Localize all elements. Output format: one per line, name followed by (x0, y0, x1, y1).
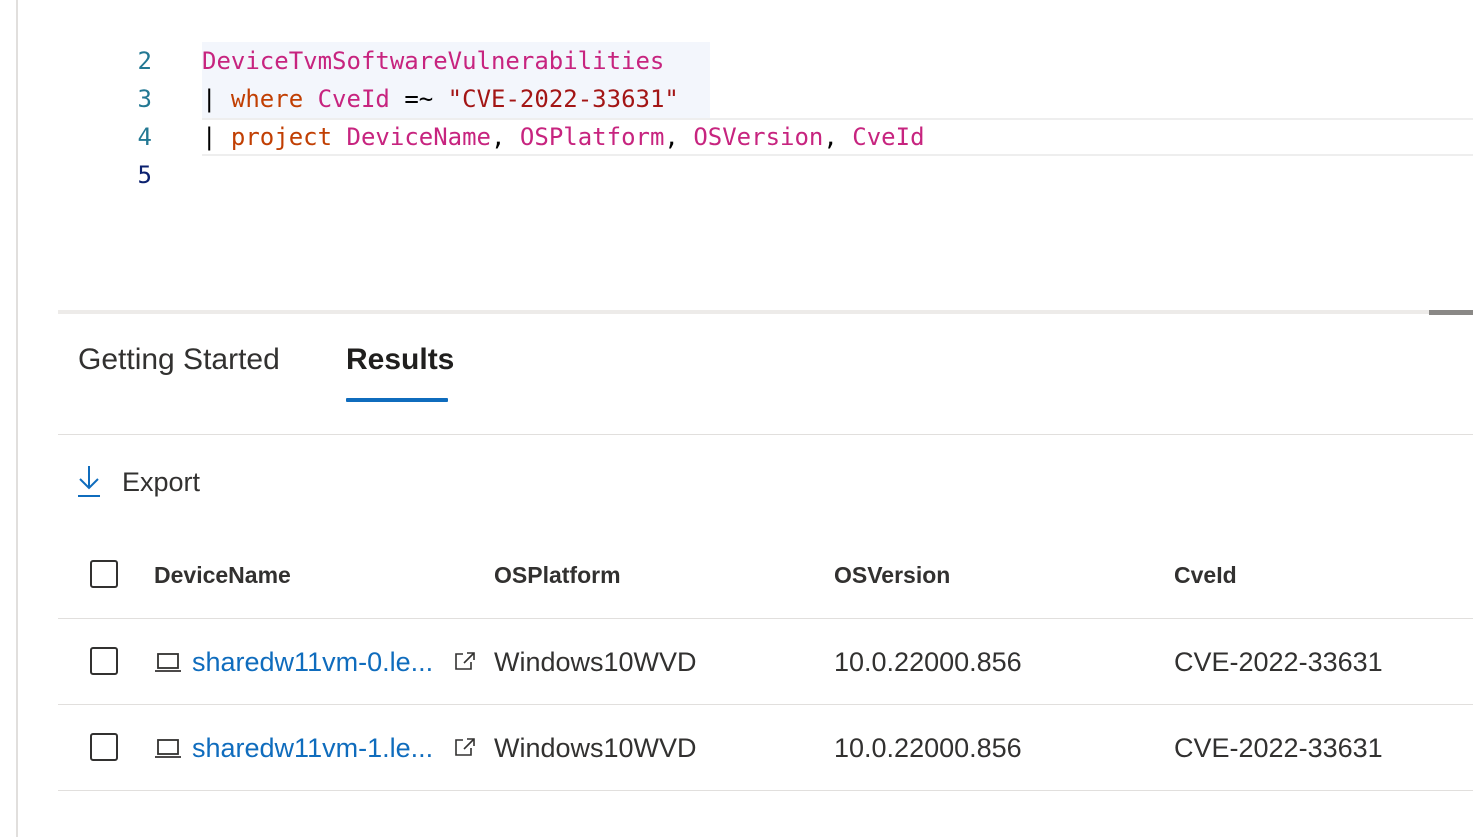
line-number: 5 (137, 161, 152, 189)
column-token: CveId (852, 123, 925, 151)
cveid-cell: CVE-2022-33631 (1174, 733, 1383, 763)
laptop-icon (155, 653, 181, 672)
pane-splitter[interactable] (58, 310, 1473, 314)
splitter-handle[interactable] (1429, 310, 1473, 315)
row-divider (58, 790, 1473, 791)
device-name-link[interactable]: sharedw11vm-0.le... (192, 642, 433, 682)
code-line-4[interactable]: 4 | where CveId =~ "CVE-2022-33631" (18, 80, 1473, 151)
open-in-new-icon[interactable] (454, 651, 476, 671)
column-header-osplatform[interactable]: OSPlatform (494, 558, 621, 592)
column-token: OSPlatform (519, 123, 665, 151)
column-token: OSVersion (693, 123, 824, 151)
export-label: Export (122, 467, 201, 497)
row-checkbox[interactable] (90, 647, 118, 675)
laptop-icon (155, 739, 181, 758)
column-token: DeviceName (346, 123, 492, 151)
operator-token: =~ (404, 85, 434, 113)
code-text: DeviceTvmSoftwareVulnerabilities (202, 42, 664, 80)
select-all-checkbox[interactable] (90, 560, 118, 588)
column-header-cveid[interactable]: CveId (1174, 558, 1237, 592)
comma-token: , (664, 123, 679, 151)
comma-token: , (823, 123, 838, 151)
string-token: "CVE-2022-33631" (447, 85, 679, 113)
osplatform-cell: Windows10WVD (494, 733, 697, 763)
osversion-cell: 10.0.22000.856 (834, 647, 1022, 677)
osplatform-cell: Windows10WVD (494, 647, 697, 677)
pipe-token: | (202, 85, 217, 113)
tabs-divider (58, 434, 1473, 435)
code-text: | where CveId =~ "CVE-2022-33631" (202, 80, 679, 118)
code-text: | project DeviceName, OSPlatform, OSVers… (202, 118, 925, 156)
device-name-link[interactable]: sharedw11vm-1.le... (192, 728, 433, 768)
cveid-cell: CVE-2022-33631 (1174, 647, 1383, 677)
download-icon (78, 466, 100, 497)
osversion-cell: 10.0.22000.856 (834, 733, 1022, 763)
open-in-new-icon[interactable] (454, 737, 476, 757)
keyword-token: where (230, 85, 304, 113)
export-button[interactable]: Export (76, 462, 216, 502)
row-checkbox[interactable] (90, 733, 118, 761)
code-line-3[interactable]: 3 DeviceTvmSoftwareVulnerabilities (18, 42, 1473, 113)
keyword-token: project (230, 123, 333, 151)
column-header-devicename[interactable]: DeviceName (154, 558, 291, 592)
tab-results[interactable]: Results (346, 340, 454, 380)
table-name-token: DeviceTvmSoftwareVulnerabilities (202, 47, 665, 75)
query-editor[interactable]: 2 3 DeviceTvmSoftwareVulnerabilities 4 |… (18, 0, 1473, 300)
code-line-2[interactable]: 2 (18, 4, 1473, 75)
row-divider (58, 704, 1473, 705)
code-line-5[interactable]: 5 | project DeviceName, OSPlatform, OSVe… (18, 118, 1473, 189)
column-token: CveId (317, 85, 390, 113)
column-header-osversion[interactable]: OSVersion (834, 558, 950, 592)
header-divider (58, 618, 1473, 619)
pipe-token: | (202, 123, 217, 151)
active-tab-indicator (346, 398, 448, 402)
tab-getting-started[interactable]: Getting Started (78, 340, 280, 380)
comma-token: , (491, 123, 506, 151)
